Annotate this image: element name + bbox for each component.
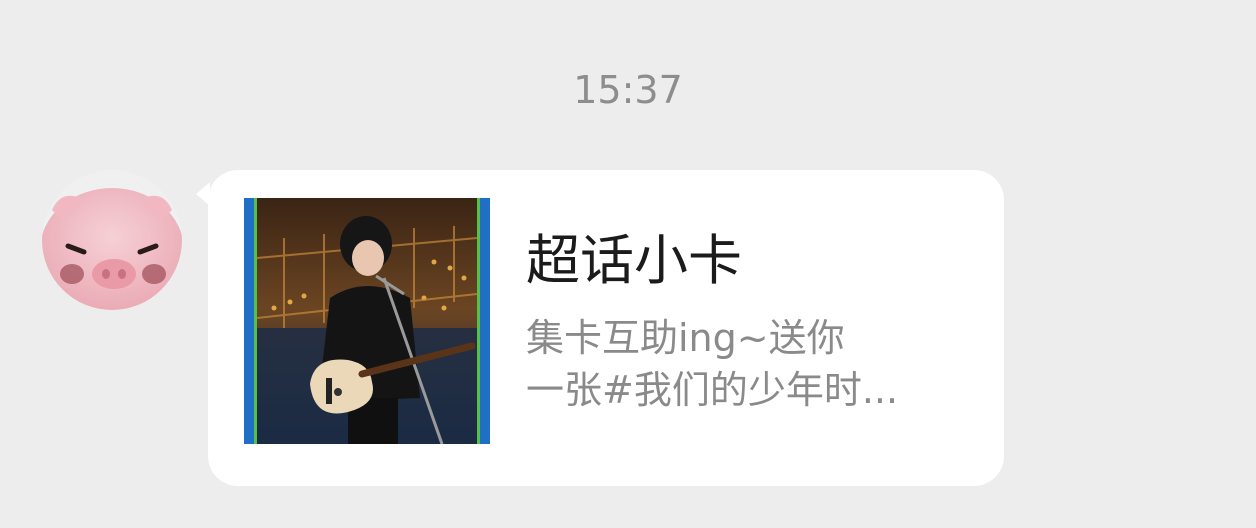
card-description-line-2: 一张#我们的少年时...	[526, 368, 899, 412]
shared-card-message[interactable]: 超话小卡 集卡互助ing~送你 一张#我们的少年时...	[208, 170, 1004, 486]
card-thumbnail[interactable]	[244, 198, 490, 444]
message-timestamp: 15:37	[573, 68, 683, 112]
card-description-line-1: 集卡互助ing~送你	[526, 316, 845, 360]
pig-avatar-icon	[42, 170, 182, 310]
sender-avatar[interactable]	[42, 170, 182, 310]
performer-photo-icon	[244, 198, 490, 444]
card-title: 超话小卡	[526, 229, 742, 292]
card-description: 集卡互助ing~送你 一张#我们的少年时...	[526, 312, 966, 416]
